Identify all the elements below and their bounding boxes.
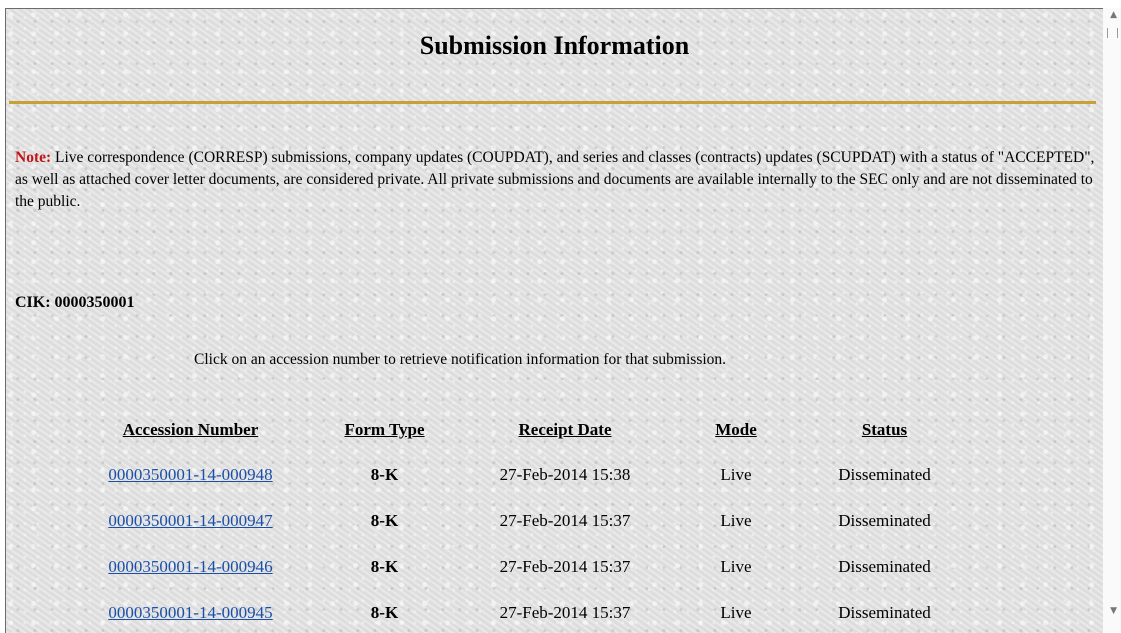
accession-number-link[interactable]: 0000350001-14-000945 [108,603,272,622]
accession-number-link[interactable]: 0000350001-14-000948 [108,465,272,484]
mode-cell: Live [720,465,752,484]
title-divider [9,101,1096,104]
status-cell: Disseminated [838,603,931,622]
receipt-date-cell: 27-Feb-2014 15:37 [499,557,631,576]
vertical-scrollbar[interactable] [1103,8,1121,632]
form-type-cell: 8-K [370,511,399,530]
scroll-grip-icon[interactable] [1107,28,1118,38]
table-row: 0000350001-14-000945 8-K 27-Feb-2014 15:… [72,590,967,633]
column-header-receipt-date: Receipt Date [518,420,612,439]
form-type-cell: 8-K [370,465,399,484]
table-header-row: Accession Number Form Type Receipt Date … [72,408,967,452]
receipt-date-cell: 27-Feb-2014 15:38 [499,465,631,484]
accession-number-link[interactable]: 0000350001-14-000947 [108,511,272,530]
privacy-note: Note: Live correspondence (CORRESP) subm… [15,147,1100,213]
table-row: 0000350001-14-000947 8-K 27-Feb-2014 15:… [72,498,967,544]
mode-cell: Live [720,603,752,622]
mode-cell: Live [720,511,752,530]
note-text: Live correspondence (CORRESP) submission… [15,149,1095,210]
table-row: 0000350001-14-000948 8-K 27-Feb-2014 15:… [72,452,967,498]
submissions-table: Accession Number Form Type Receipt Date … [72,408,967,633]
instruction-text: Click on an accession number to retrieve… [194,351,727,368]
receipt-date-cell: 27-Feb-2014 15:37 [499,511,631,530]
receipt-date-cell: 27-Feb-2014 15:37 [499,603,631,622]
column-header-mode: Mode [715,420,757,439]
status-cell: Disseminated [838,465,931,484]
cik-label: CIK: 0000350001 [15,294,135,311]
status-cell: Disseminated [838,511,931,530]
page-frame: Submission Information Note: Live corres… [5,8,1103,633]
column-header-accession-number: Accession Number [122,420,259,439]
form-type-cell: 8-K [370,603,399,622]
scroll-down-arrow-icon[interactable]: ▼ [1110,606,1117,616]
form-type-cell: 8-K [370,557,399,576]
note-label: Note: [15,149,52,166]
table-row: 0000350001-14-000946 8-K 27-Feb-2014 15:… [72,544,967,590]
page-title: Submission Information [419,31,690,60]
scroll-up-arrow-icon[interactable]: ▲ [1110,10,1117,20]
mode-cell: Live [720,557,752,576]
status-cell: Disseminated [838,557,931,576]
accession-number-link[interactable]: 0000350001-14-000946 [108,557,272,576]
column-header-form-type: Form Type [344,420,425,439]
column-header-status: Status [861,420,908,439]
